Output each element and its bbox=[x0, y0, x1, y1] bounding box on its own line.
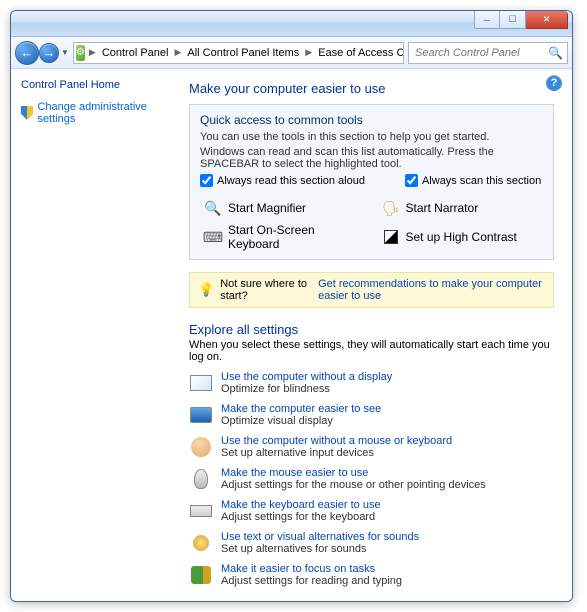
setting-body: Use the computer without a displayOptimi… bbox=[221, 371, 392, 395]
setting-desc: Adjust settings for the keyboard bbox=[221, 511, 381, 523]
setting-item: Use the computer without a displayOptimi… bbox=[189, 371, 554, 395]
sidebar: Control Panel Home Change administrative… bbox=[11, 69, 181, 601]
page-title: Make your computer easier to use bbox=[189, 81, 554, 96]
quick-access-title: Quick access to common tools bbox=[200, 113, 543, 127]
get-recommendations-link[interactable]: Get recommendations to make your compute… bbox=[318, 278, 545, 302]
setting-item: Make the keyboard easier to useAdjust se… bbox=[189, 499, 554, 523]
ico-nohands-icon bbox=[189, 435, 213, 459]
setting-desc: Optimize for blindness bbox=[221, 383, 392, 395]
breadcrumb-item[interactable]: Control Panel bbox=[98, 43, 173, 63]
ico-sound-icon bbox=[189, 531, 213, 555]
navbar: ← → ▼ ⚙ ▶ Control Panel ▶ All Control Pa… bbox=[11, 37, 572, 69]
control-panel-home-link[interactable]: Control Panel Home bbox=[21, 79, 171, 91]
setting-link[interactable]: Make it easier to focus on tasks bbox=[221, 563, 402, 575]
tool-label: Start Magnifier bbox=[228, 201, 306, 215]
explore-title: Explore all settings bbox=[189, 322, 554, 337]
back-button[interactable]: ← bbox=[15, 41, 39, 65]
keyboard-icon: ⌨ bbox=[204, 228, 222, 246]
setting-body: Make it easier to focus on tasksAdjust s… bbox=[221, 563, 402, 587]
setting-item: Make the computer easier to seeOptimize … bbox=[189, 403, 554, 427]
bulb-icon: 💡 bbox=[198, 282, 214, 298]
magnifier-icon: 🔍 bbox=[204, 199, 222, 217]
control-panel-icon: ⚙ bbox=[76, 45, 85, 61]
hint-text: Not sure where to start? bbox=[220, 278, 312, 302]
setting-item: Use text or visual alternatives for soun… bbox=[189, 531, 554, 555]
tool-grid: 🔍 Start Magnifier 🗣 Start Narrator ⌨ Sta… bbox=[200, 199, 543, 251]
breadcrumb-item[interactable]: All Control Panel Items bbox=[183, 43, 303, 63]
quick-access-checks: Always read this section aloud Always sc… bbox=[200, 174, 543, 187]
setting-body: Use the computer without a mouse or keyb… bbox=[221, 435, 452, 459]
setting-link[interactable]: Use the computer without a display bbox=[221, 371, 392, 383]
change-admin-settings-link[interactable]: Change administrative settings bbox=[21, 101, 171, 125]
tool-label: Start Narrator bbox=[406, 201, 479, 215]
quick-access-text: Windows can read and scan this list auto… bbox=[200, 146, 543, 170]
ico-focus-icon bbox=[189, 563, 213, 587]
setting-link[interactable]: Use the computer without a mouse or keyb… bbox=[221, 435, 452, 447]
start-narrator-link[interactable]: 🗣 Start Narrator bbox=[382, 199, 540, 217]
setting-item: Make the mouse easier to useAdjust setti… bbox=[189, 467, 554, 491]
setting-desc: Adjust settings for reading and typing bbox=[221, 575, 402, 587]
window: ─ ☐ ✕ ← → ▼ ⚙ ▶ Control Panel ▶ All Cont… bbox=[10, 10, 573, 602]
setting-body: Make the mouse easier to useAdjust setti… bbox=[221, 467, 486, 491]
quick-access-text: You can use the tools in this section to… bbox=[200, 131, 543, 143]
forward-button[interactable]: → bbox=[39, 43, 59, 63]
setting-link[interactable]: Make the keyboard easier to use bbox=[221, 499, 381, 511]
breadcrumb[interactable]: ⚙ ▶ Control Panel ▶ All Control Panel It… bbox=[73, 42, 404, 64]
settings-list: Use the computer without a displayOptimi… bbox=[189, 371, 554, 587]
ico-kb-icon bbox=[189, 499, 213, 523]
body: Control Panel Home Change administrative… bbox=[11, 69, 572, 601]
maximize-button[interactable]: ☐ bbox=[500, 11, 526, 29]
chevron-right-icon: ▶ bbox=[172, 47, 183, 58]
setting-item: Make it easier to focus on tasksAdjust s… bbox=[189, 563, 554, 587]
nav-history-dropdown-icon[interactable]: ▼ bbox=[61, 48, 69, 57]
sidebar-link-label: Change administrative settings bbox=[37, 101, 171, 125]
setting-desc: Set up alternative input devices bbox=[221, 447, 452, 459]
checkbox-input[interactable] bbox=[200, 174, 213, 187]
checkbox-label: Always read this section aloud bbox=[217, 175, 365, 187]
start-osk-link[interactable]: ⌨ Start On-Screen Keyboard bbox=[204, 223, 362, 251]
help-icon[interactable]: ? bbox=[546, 75, 562, 91]
always-scan-checkbox[interactable]: Always scan this section bbox=[405, 174, 541, 187]
hint-bar: 💡 Not sure where to start? Get recommend… bbox=[189, 272, 554, 308]
setting-body: Make the computer easier to seeOptimize … bbox=[221, 403, 381, 427]
setting-link[interactable]: Make the computer easier to see bbox=[221, 403, 381, 415]
minimize-button[interactable]: ─ bbox=[474, 11, 500, 29]
start-magnifier-link[interactable]: 🔍 Start Magnifier bbox=[204, 199, 362, 217]
breadcrumb-item[interactable]: Ease of Access Center bbox=[314, 43, 404, 63]
narrator-icon: 🗣 bbox=[382, 199, 400, 217]
tool-label: Set up High Contrast bbox=[406, 230, 517, 244]
content: ? Make your computer easier to use Quick… bbox=[181, 69, 572, 601]
setting-item: Use the computer without a mouse or keyb… bbox=[189, 435, 554, 459]
search-icon[interactable]: 🔍 bbox=[548, 46, 563, 60]
setting-desc: Optimize visual display bbox=[221, 415, 381, 427]
chevron-right-icon: ▶ bbox=[303, 47, 314, 58]
nav-arrows: ← → ▼ bbox=[15, 41, 69, 65]
ico-display-icon bbox=[189, 371, 213, 395]
setting-body: Use text or visual alternatives for soun… bbox=[221, 531, 419, 555]
high-contrast-link[interactable]: Set up High Contrast bbox=[382, 223, 540, 251]
ico-see-icon bbox=[189, 403, 213, 427]
close-button[interactable]: ✕ bbox=[526, 11, 568, 29]
quick-access-box: Quick access to common tools You can use… bbox=[189, 104, 554, 260]
setting-body: Make the keyboard easier to useAdjust se… bbox=[221, 499, 381, 523]
window-buttons: ─ ☐ ✕ bbox=[474, 11, 572, 29]
checkbox-input[interactable] bbox=[405, 174, 418, 187]
setting-desc: Adjust settings for the mouse or other p… bbox=[221, 479, 486, 491]
setting-link[interactable]: Make the mouse easier to use bbox=[221, 467, 486, 479]
checkbox-label: Always scan this section bbox=[422, 175, 541, 187]
titlebar: ─ ☐ ✕ bbox=[11, 11, 572, 37]
explore-subtitle: When you select these settings, they wil… bbox=[189, 339, 554, 363]
setting-link[interactable]: Use text or visual alternatives for soun… bbox=[221, 531, 419, 543]
high-contrast-icon bbox=[382, 228, 400, 246]
chevron-right-icon: ▶ bbox=[87, 47, 98, 58]
ico-mouse-icon bbox=[189, 467, 213, 491]
tool-label: Start On-Screen Keyboard bbox=[228, 223, 362, 251]
always-read-checkbox[interactable]: Always read this section aloud bbox=[200, 174, 365, 187]
search-input[interactable] bbox=[413, 46, 543, 60]
search-box[interactable]: 🔍 bbox=[408, 42, 568, 64]
shield-icon bbox=[21, 106, 33, 120]
